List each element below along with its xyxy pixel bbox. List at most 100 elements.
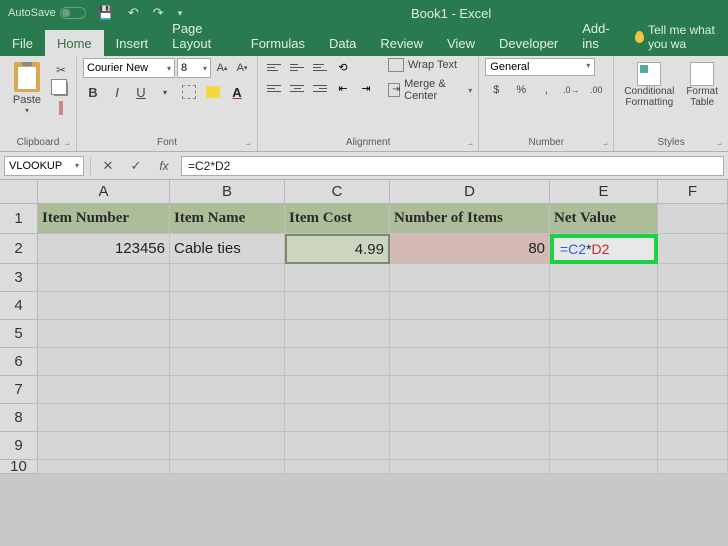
bold-button[interactable]: B bbox=[83, 82, 103, 102]
cell-d7[interactable] bbox=[390, 376, 550, 404]
conditional-formatting-button[interactable]: Conditional Formatting bbox=[620, 58, 678, 108]
cell-e5[interactable] bbox=[550, 320, 658, 348]
row-header-9[interactable]: 9 bbox=[0, 432, 38, 460]
row-header-10[interactable]: 10 bbox=[0, 460, 38, 474]
cell-b9[interactable] bbox=[170, 432, 285, 460]
insert-function-button[interactable]: fx bbox=[153, 156, 175, 176]
row-header-5[interactable]: 5 bbox=[0, 320, 38, 348]
cell-c8[interactable] bbox=[285, 404, 390, 432]
cell-b5[interactable] bbox=[170, 320, 285, 348]
cell-b1[interactable]: Item Name bbox=[170, 204, 285, 234]
cell-d3[interactable] bbox=[390, 264, 550, 292]
cell-f2[interactable] bbox=[658, 234, 728, 264]
underline-dropdown[interactable]: ▾ bbox=[155, 82, 175, 102]
percent-format-button[interactable]: % bbox=[510, 80, 532, 100]
borders-button[interactable] bbox=[179, 82, 199, 102]
cell-e8[interactable] bbox=[550, 404, 658, 432]
cell-d9[interactable] bbox=[390, 432, 550, 460]
row-header-1[interactable]: 1 bbox=[0, 204, 38, 234]
cell-a6[interactable] bbox=[38, 348, 170, 376]
cell-c6[interactable] bbox=[285, 348, 390, 376]
col-header-a[interactable]: A bbox=[38, 180, 170, 204]
paste-button[interactable]: Paste ▾ bbox=[6, 58, 48, 116]
cell-b8[interactable] bbox=[170, 404, 285, 432]
col-header-c[interactable]: C bbox=[285, 180, 390, 204]
cell-e3[interactable] bbox=[550, 264, 658, 292]
name-box[interactable]: VLOOKUP▾ bbox=[4, 156, 84, 176]
cell-d2[interactable]: 80 bbox=[390, 234, 550, 264]
cell-b3[interactable] bbox=[170, 264, 285, 292]
orientation-button[interactable]: ⟲ bbox=[333, 58, 353, 76]
row-header-7[interactable]: 7 bbox=[0, 376, 38, 404]
cut-button[interactable]: ✂ bbox=[52, 62, 70, 78]
format-painter-button[interactable] bbox=[52, 100, 70, 116]
increase-decimal-button[interactable]: .0→ bbox=[560, 80, 582, 100]
tab-review[interactable]: Review bbox=[368, 30, 435, 56]
merge-center-button[interactable]: Merge & Center▾ bbox=[388, 78, 472, 102]
cell-c10[interactable] bbox=[285, 460, 390, 474]
row-header-2[interactable]: 2 bbox=[0, 234, 38, 264]
col-header-d[interactable]: D bbox=[390, 180, 550, 204]
cell-b2[interactable]: Cable ties bbox=[170, 234, 285, 264]
tab-page-layout[interactable]: Page Layout bbox=[160, 15, 239, 56]
tab-formulas[interactable]: Formulas bbox=[239, 30, 317, 56]
cell-d5[interactable] bbox=[390, 320, 550, 348]
cell-b6[interactable] bbox=[170, 348, 285, 376]
cell-e6[interactable] bbox=[550, 348, 658, 376]
align-top-button[interactable] bbox=[264, 58, 284, 76]
tab-addins[interactable]: Add-ins bbox=[570, 15, 627, 56]
tab-data[interactable]: Data bbox=[317, 30, 368, 56]
save-icon[interactable]: 💾 bbox=[98, 5, 114, 21]
align-bottom-button[interactable] bbox=[310, 58, 330, 76]
wrap-text-button[interactable]: Wrap Text bbox=[388, 58, 472, 72]
cell-d10[interactable] bbox=[390, 460, 550, 474]
row-header-3[interactable]: 3 bbox=[0, 264, 38, 292]
cell-f7[interactable] bbox=[658, 376, 728, 404]
cell-e7[interactable] bbox=[550, 376, 658, 404]
cell-c1[interactable]: Item Cost bbox=[285, 204, 390, 234]
cell-b4[interactable] bbox=[170, 292, 285, 320]
col-header-e[interactable]: E bbox=[550, 180, 658, 204]
cell-c3[interactable] bbox=[285, 264, 390, 292]
cell-c9[interactable] bbox=[285, 432, 390, 460]
tab-insert[interactable]: Insert bbox=[104, 30, 161, 56]
cell-c5[interactable] bbox=[285, 320, 390, 348]
cell-f5[interactable] bbox=[658, 320, 728, 348]
formula-input[interactable]: =C2*D2 bbox=[181, 156, 724, 176]
cell-c2[interactable]: 4.99 bbox=[285, 234, 390, 264]
cell-f4[interactable] bbox=[658, 292, 728, 320]
cell-d1[interactable]: Number of Items bbox=[390, 204, 550, 234]
tell-me-search[interactable]: Tell me what you wa bbox=[635, 23, 728, 56]
cell-f10[interactable] bbox=[658, 460, 728, 474]
col-header-b[interactable]: B bbox=[170, 180, 285, 204]
decrease-font-button[interactable]: A▾ bbox=[233, 58, 251, 78]
cell-a4[interactable] bbox=[38, 292, 170, 320]
cell-a10[interactable] bbox=[38, 460, 170, 474]
cell-e1[interactable]: Net Value bbox=[550, 204, 658, 234]
cell-c7[interactable] bbox=[285, 376, 390, 404]
comma-format-button[interactable]: , bbox=[535, 80, 557, 100]
cell-a2[interactable]: 123456 bbox=[38, 234, 170, 264]
cell-a3[interactable] bbox=[38, 264, 170, 292]
increase-font-button[interactable]: A▴ bbox=[213, 58, 231, 78]
row-header-6[interactable]: 6 bbox=[0, 348, 38, 376]
col-header-f[interactable]: F bbox=[658, 180, 728, 204]
underline-button[interactable]: U bbox=[131, 82, 151, 102]
format-as-table-button[interactable]: Format Table bbox=[682, 58, 722, 108]
cell-b7[interactable] bbox=[170, 376, 285, 404]
cell-e10[interactable] bbox=[550, 460, 658, 474]
cell-d6[interactable] bbox=[390, 348, 550, 376]
font-color-button[interactable]: A bbox=[227, 82, 247, 102]
cell-e4[interactable] bbox=[550, 292, 658, 320]
decrease-indent-button[interactable]: ⇤ bbox=[333, 79, 353, 97]
cell-f8[interactable] bbox=[658, 404, 728, 432]
cell-a9[interactable] bbox=[38, 432, 170, 460]
tab-home[interactable]: Home bbox=[45, 30, 104, 56]
decrease-decimal-button[interactable]: .00 bbox=[585, 80, 607, 100]
enter-formula-button[interactable]: ✓ bbox=[125, 156, 147, 176]
align-middle-button[interactable] bbox=[287, 58, 307, 76]
cell-a1[interactable]: Item Number bbox=[38, 204, 170, 234]
fill-color-button[interactable] bbox=[203, 82, 223, 102]
copy-button[interactable] bbox=[52, 81, 70, 97]
increase-indent-button[interactable]: ⇥ bbox=[356, 79, 376, 97]
